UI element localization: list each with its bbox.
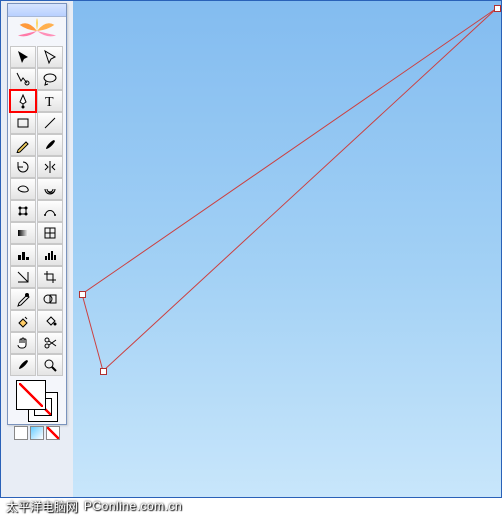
brush-tool[interactable] [37, 134, 63, 156]
eyedropper-tool[interactable] [10, 288, 36, 310]
watermark-url: PConline.com.cn [84, 499, 182, 513]
selection-tool[interactable] [10, 46, 36, 68]
gradient-tool[interactable] [10, 222, 36, 244]
brush-tool[interactable] [10, 354, 36, 376]
reflect-tool[interactable] [37, 156, 63, 178]
chart-tool[interactable] [10, 244, 36, 266]
watermark: 太平洋电脑网 PConline.com.cn [6, 498, 182, 514]
rotate-tool[interactable] [10, 156, 36, 178]
type-tool[interactable]: T [37, 90, 63, 112]
canvas-area[interactable] [73, 1, 501, 497]
rectangle-tool[interactable] [10, 112, 36, 134]
pencil-tool[interactable] [10, 134, 36, 156]
panel-titlebar[interactable] [8, 4, 66, 17]
blend-tool[interactable] [37, 288, 63, 310]
fill-swatch[interactable] [16, 380, 46, 410]
color-mode-none[interactable] [46, 426, 60, 440]
fill-stroke-control[interactable] [16, 380, 58, 422]
warp-tool[interactable] [10, 178, 36, 200]
live-paint-tool[interactable] [10, 310, 36, 332]
watermark-site: 太平洋电脑网 [6, 498, 78, 515]
graph-tool[interactable] [37, 244, 63, 266]
line-tool[interactable] [37, 112, 63, 134]
color-swatch-area [8, 376, 66, 442]
lasso-tool[interactable] [37, 68, 63, 90]
resize-tool[interactable] [10, 68, 36, 90]
toolbox-panel: T [7, 3, 67, 425]
vector-path [73, 1, 501, 497]
pen-tool[interactable] [10, 90, 36, 112]
nodes-tool[interactable] [10, 200, 36, 222]
hand-tool[interactable] [10, 332, 36, 354]
slice-tool[interactable] [10, 266, 36, 288]
bucket-tool[interactable] [37, 310, 63, 332]
path-anchor[interactable] [79, 291, 86, 298]
scissors-tool[interactable] [37, 332, 63, 354]
color-mode-solid[interactable] [14, 426, 28, 440]
svg-text:T: T [45, 95, 54, 109]
crop-tool[interactable] [37, 266, 63, 288]
direct-select-tool[interactable] [37, 46, 63, 68]
zoom-tool[interactable] [37, 354, 63, 376]
color-mode-gradient[interactable] [30, 426, 44, 440]
path-anchor[interactable] [100, 368, 107, 375]
path-anchor[interactable] [494, 5, 501, 12]
freeform-tool[interactable] [37, 200, 63, 222]
app-window: T [0, 0, 502, 498]
mesh-tool[interactable] [37, 222, 63, 244]
twirl-tool[interactable] [37, 178, 63, 200]
app-logo [10, 18, 64, 44]
